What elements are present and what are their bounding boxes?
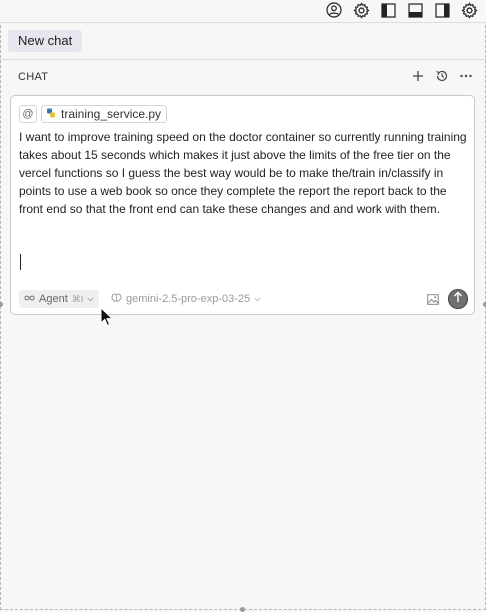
chevron-down-icon bbox=[254, 293, 261, 305]
infinity-icon bbox=[24, 293, 35, 305]
resize-handle-left[interactable] bbox=[0, 302, 3, 307]
chat-header: CHAT bbox=[0, 60, 486, 94]
send-button[interactable] bbox=[448, 289, 468, 309]
tab-bar: New chat bbox=[0, 23, 486, 60]
mode-label: Agent bbox=[39, 293, 68, 305]
arrow-up-icon bbox=[453, 290, 463, 308]
context-file-chip[interactable]: training_service.py bbox=[41, 105, 168, 123]
toggle-panel-icon[interactable] bbox=[406, 1, 424, 19]
chat-composer[interactable]: @ training_service.py I want to improve … bbox=[10, 95, 475, 315]
toggle-primary-sidebar-icon[interactable] bbox=[379, 1, 397, 19]
mode-selector[interactable]: Agent ⌘I bbox=[19, 290, 100, 308]
account-icon[interactable] bbox=[325, 1, 343, 19]
python-file-icon bbox=[46, 107, 56, 121]
context-file-name: training_service.py bbox=[61, 107, 162, 121]
text-cursor bbox=[20, 254, 21, 270]
more-options-icon[interactable] bbox=[458, 68, 474, 84]
add-context-button[interactable]: @ bbox=[19, 105, 37, 123]
chat-title: CHAT bbox=[18, 71, 49, 83]
chevron-down-icon bbox=[87, 293, 94, 305]
plus-icon[interactable] bbox=[410, 68, 426, 84]
model-label: gemini-2.5-pro-exp-03-25 bbox=[126, 293, 251, 305]
message-input[interactable]: I want to improve training speed on the … bbox=[19, 128, 467, 218]
model-selector[interactable]: gemini-2.5-pro-exp-03-25 bbox=[111, 290, 261, 308]
mouse-pointer-icon bbox=[100, 306, 114, 332]
settings-icon[interactable] bbox=[352, 1, 370, 19]
title-bar bbox=[0, 0, 486, 23]
gear-icon[interactable] bbox=[460, 1, 478, 19]
toggle-secondary-sidebar-icon[interactable] bbox=[433, 1, 451, 19]
tab-new-chat[interactable]: New chat bbox=[8, 30, 83, 52]
mode-shortcut: ⌘I bbox=[71, 293, 84, 304]
image-icon[interactable] bbox=[426, 292, 440, 306]
brain-icon bbox=[111, 293, 122, 306]
history-icon[interactable] bbox=[434, 68, 450, 84]
